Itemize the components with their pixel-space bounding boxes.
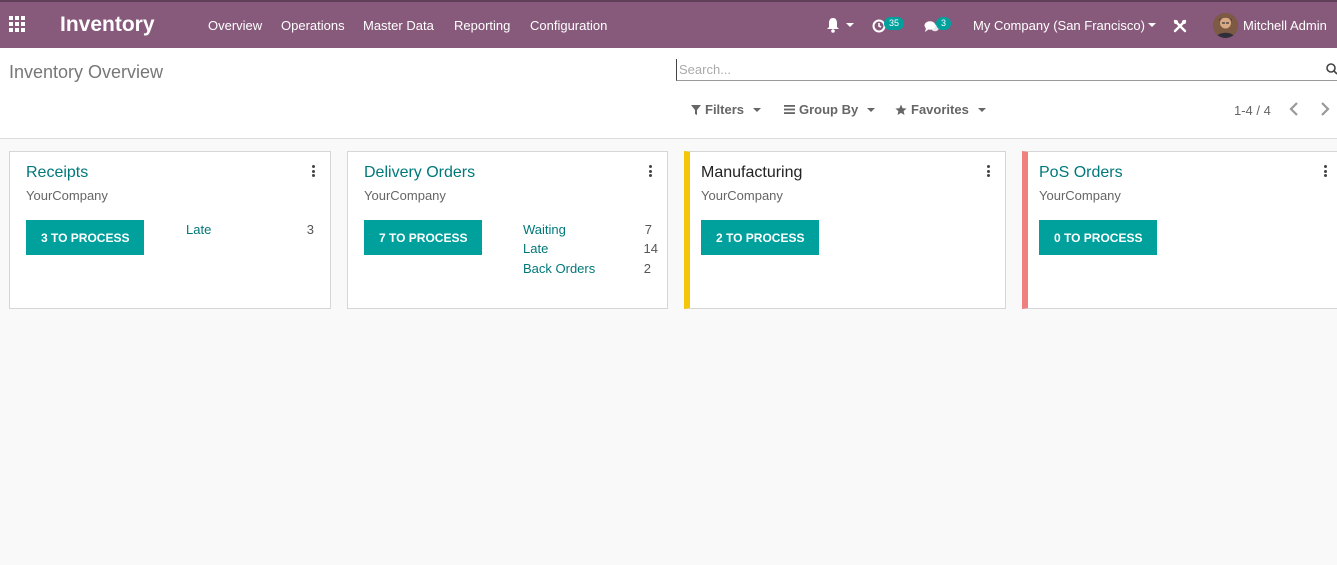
- stat-late-value[interactable]: 3: [290, 222, 314, 237]
- page-title: Inventory Overview: [9, 62, 164, 82]
- control-panel: Inventory Overview Filters Group By Favo…: [0, 48, 1337, 139]
- kanban-card-receipts: Receipts YourCompany 3 TO PROCESS Late 3: [9, 151, 331, 309]
- star-icon: [895, 104, 907, 115]
- card-menu-icon[interactable]: [649, 165, 653, 177]
- menu-configuration[interactable]: Configuration: [530, 18, 607, 33]
- card-title[interactable]: Manufacturing: [701, 164, 802, 182]
- top-navbar: Inventory Overview Operations Master Dat…: [0, 0, 1337, 48]
- menu-operations[interactable]: Operations: [281, 18, 345, 33]
- stat-back-orders-value[interactable]: 2: [627, 261, 651, 276]
- bars-icon: [784, 105, 795, 114]
- kanban-card-pos-orders: PoS Orders YourCompany 0 TO PROCESS: [1022, 151, 1337, 309]
- card-company: YourCompany: [1039, 188, 1121, 203]
- stat-waiting-label[interactable]: Waiting: [523, 222, 566, 237]
- to-process-button[interactable]: 2 TO PROCESS: [701, 220, 820, 255]
- favorites-button[interactable]: Favorites: [895, 102, 986, 117]
- company-switcher[interactable]: My Company (San Francisco): [973, 18, 1145, 33]
- pager-next-icon[interactable]: [1318, 101, 1332, 117]
- menu-reporting[interactable]: Reporting: [454, 18, 510, 33]
- card-company: YourCompany: [364, 188, 446, 203]
- search-icon[interactable]: [1326, 63, 1337, 75]
- debug-tools-icon[interactable]: [1173, 19, 1187, 33]
- to-process-button[interactable]: 0 TO PROCESS: [1039, 220, 1158, 255]
- card-menu-icon[interactable]: [312, 165, 316, 177]
- menu-overview[interactable]: Overview: [208, 18, 262, 33]
- group-by-label: Group By: [799, 102, 859, 117]
- app-title[interactable]: Inventory: [60, 13, 155, 37]
- kanban-card-delivery-orders: Delivery Orders YourCompany 7 TO PROCESS…: [347, 151, 668, 309]
- bell-caret-icon[interactable]: [846, 23, 854, 27]
- group-by-caret-icon: [867, 107, 876, 112]
- card-menu-icon[interactable]: [1324, 165, 1328, 177]
- user-avatar[interactable]: [1213, 13, 1238, 38]
- to-process-button[interactable]: 3 TO PROCESS: [26, 220, 145, 255]
- message-count-badge: 3: [936, 17, 952, 30]
- filters-button[interactable]: Filters: [691, 102, 762, 117]
- favorites-caret-icon: [977, 107, 986, 112]
- filter-icon: [691, 104, 701, 115]
- to-process-button[interactable]: 7 TO PROCESS: [364, 220, 483, 255]
- stat-late-value[interactable]: 14: [634, 241, 658, 256]
- stat-late-label[interactable]: Late: [523, 241, 548, 256]
- apps-menu-icon[interactable]: [9, 16, 27, 32]
- stat-waiting-value[interactable]: 7: [628, 222, 652, 237]
- card-company: YourCompany: [26, 188, 108, 203]
- card-title[interactable]: Receipts: [26, 164, 88, 182]
- card-title[interactable]: Delivery Orders: [364, 164, 475, 182]
- favorites-label: Favorites: [911, 102, 969, 117]
- pager-value[interactable]: 1-4 / 4: [1234, 103, 1271, 118]
- search-input[interactable]: [676, 59, 1337, 81]
- activity-count-badge: 35: [884, 17, 905, 30]
- card-company: YourCompany: [701, 188, 783, 203]
- bell-icon[interactable]: [826, 17, 840, 33]
- group-by-button[interactable]: Group By: [784, 102, 876, 117]
- menu-master-data[interactable]: Master Data: [363, 18, 434, 33]
- stat-late-label[interactable]: Late: [186, 222, 211, 237]
- company-caret-icon[interactable]: [1148, 23, 1156, 27]
- pager-previous-icon[interactable]: [1287, 101, 1301, 117]
- filters-caret-icon: [753, 107, 762, 112]
- stat-back-orders-label[interactable]: Back Orders: [523, 261, 595, 276]
- kanban-card-manufacturing: Manufacturing YourCompany 2 TO PROCESS: [684, 151, 1006, 309]
- card-title[interactable]: PoS Orders: [1039, 164, 1123, 182]
- card-menu-icon[interactable]: [987, 165, 991, 177]
- user-menu[interactable]: Mitchell Admin: [1243, 18, 1327, 33]
- filters-label: Filters: [705, 102, 745, 117]
